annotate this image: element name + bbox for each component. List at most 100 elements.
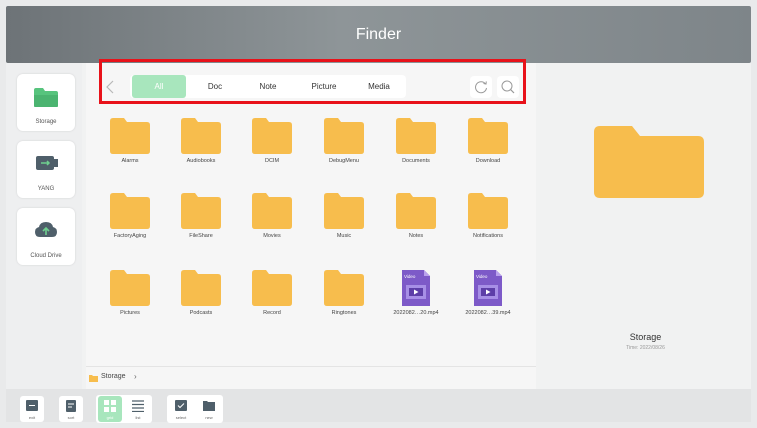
exit-label: exit [28,415,36,420]
file-item-folder[interactable]: Podcasts [167,270,235,340]
select-icon [175,400,187,411]
folder-icon [396,118,436,154]
file-name: Audiobooks [186,158,216,164]
file-name: DCIM [264,158,280,164]
folder-icon [110,193,150,229]
sidebar-item-label: YANG [37,186,55,192]
folder-icon [468,118,508,154]
file-name: Podcasts [189,310,213,316]
folder-icon [324,193,364,229]
search-button[interactable] [497,76,519,98]
svg-text:Video: Video [404,274,416,279]
file-item-folder[interactable]: FileShare [167,193,235,263]
exit-icon [26,400,38,411]
sort-button[interactable]: sort [59,396,83,422]
sidebar-item-storage[interactable]: Storage [17,74,75,131]
sidebar-item-label: Storage [35,119,57,125]
grid-icon [104,400,116,412]
list-label: list [135,415,141,420]
file-name: Alarms [121,158,139,164]
view-toggle: grid list [96,395,152,423]
file-item-folder[interactable]: Pictures [96,270,164,340]
tab-picture[interactable]: Picture [296,75,352,98]
file-name: 2022082…20.mp4 [393,310,439,316]
tab-media[interactable]: Media [356,75,402,98]
path-separator: › [134,372,137,381]
svg-text:Video: Video [476,274,488,279]
new-label: new [205,415,213,420]
new-folder-button[interactable]: new [197,396,221,422]
folder-icon [252,270,292,306]
preview-meta: Time: 2022/08/26 [626,345,665,351]
folder-icon [324,118,364,154]
file-name: Download [475,158,501,164]
file-item-folder[interactable]: Documents [382,118,450,188]
file-item-folder[interactable]: Notifications [454,193,522,263]
folder-icon [181,118,221,154]
back-icon[interactable] [105,79,121,97]
file-item-folder[interactable]: Ringtones [310,270,378,340]
list-view-button[interactable]: list [126,396,150,422]
folder-icon [110,118,150,154]
refresh-icon [475,81,487,94]
folder-icon [89,375,98,382]
file-item-folder[interactable]: Music [310,193,378,263]
file-name: DebugMenu [329,158,359,164]
refresh-button[interactable] [470,76,492,98]
new-folder-icon [203,401,215,411]
file-name: Movies [263,233,281,239]
file-item-folder[interactable]: DebugMenu [310,118,378,188]
file-name: Music [336,233,352,239]
folder-icon [396,193,436,229]
file-item-folder[interactable]: Movies [238,193,306,263]
grid-view-button[interactable]: grid [98,396,122,422]
video-file-icon: Video [474,270,502,306]
file-item-video[interactable]: Video 2022082…39.mp4 [454,270,522,340]
tab-all[interactable]: All [132,75,186,98]
sidebar: Storage YANG Cloud Drive [6,63,82,389]
folder-icon [468,193,508,229]
folder-icon [34,88,58,107]
file-item-folder[interactable]: FactoryAging [96,193,164,263]
folder-icon [110,270,150,306]
title-bar: Finder [6,6,751,63]
preview-pane: Storage Time: 2022/08/26 [540,63,751,389]
file-item-folder[interactable]: Download [454,118,522,188]
file-name: Record [263,310,281,316]
tab-note[interactable]: Note [244,75,292,98]
sidebar-item-yang[interactable]: YANG [17,141,75,198]
preview-name: Storage [629,332,662,342]
sort-label: sort [67,415,75,420]
path-bar: Storage › [86,366,536,389]
file-item-video[interactable]: Video 2022082…20.mp4 [382,270,450,340]
folder-icon [252,193,292,229]
file-item-folder[interactable]: Audiobooks [167,118,235,188]
file-item-folder[interactable]: Alarms [96,118,164,188]
file-name: Pictures [120,310,140,316]
action-group: select new [167,395,223,423]
file-item-folder[interactable]: Notes [382,193,450,263]
folder-icon [252,118,292,154]
file-item-folder[interactable]: Record [238,270,306,340]
folder-preview-icon [594,126,704,198]
window-title: Finder [355,26,402,43]
exit-button[interactable]: exit [20,396,44,422]
search-icon [501,80,515,94]
file-name: Notifications [473,233,503,239]
folder-icon [181,193,221,229]
video-file-icon: Video [402,270,430,306]
sidebar-item-cloud-drive[interactable]: Cloud Drive [17,208,75,265]
file-name: 2022082…39.mp4 [465,310,511,316]
sort-icon [66,400,76,412]
tab-doc[interactable]: Doc [190,75,240,98]
path-segment-storage[interactable]: Storage [101,373,126,380]
folder-icon [181,270,221,306]
category-tabs: All Doc Note Picture Media [130,75,406,98]
select-button[interactable]: select [169,396,193,422]
grid-label: grid [106,415,114,420]
cloud-upload-icon [35,222,57,237]
file-item-folder[interactable]: DCIM [238,118,306,188]
select-label: select [175,415,187,420]
file-name: Documents [402,158,430,164]
folder-icon [324,270,364,306]
